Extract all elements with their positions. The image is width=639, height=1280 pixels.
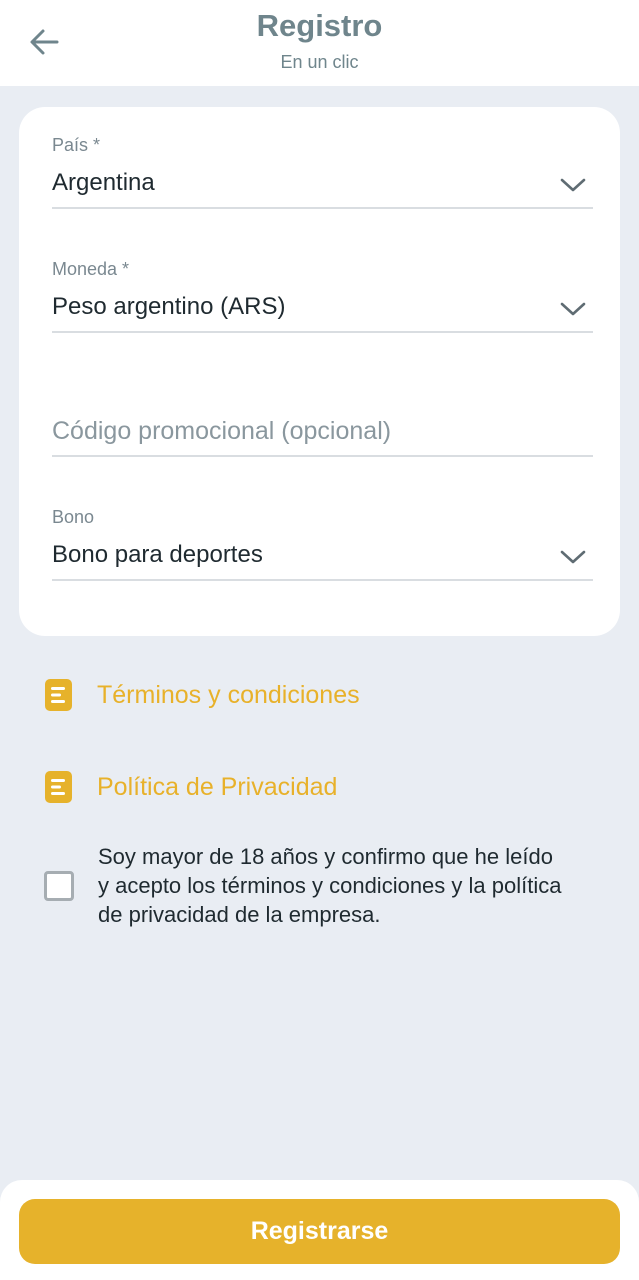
promo-code-placeholder: Código promocional (opcional) — [52, 417, 392, 445]
terms-link[interactable]: Términos y condiciones — [45, 679, 360, 711]
bonus-value: Bono para deportes — [52, 541, 263, 568]
bonus-label: Bono — [52, 507, 95, 527]
country-label: País * — [52, 135, 101, 155]
consent-text: Soy mayor de 18 años y confirmo que he l… — [98, 844, 562, 927]
promo-code-input[interactable]: Código promocional (opcional) — [52, 397, 593, 457]
terms-link-label: Términos y condiciones — [97, 680, 360, 709]
register-button[interactable]: Registrarse — [19, 1199, 620, 1264]
country-value: Argentina — [52, 169, 155, 196]
page-subtitle: En un clic — [280, 52, 359, 72]
currency-label: Moneda * — [52, 259, 130, 279]
consent-checkbox[interactable] — [44, 871, 74, 901]
chevron-down-icon — [560, 550, 586, 564]
registration-form-card: País * Argentina Moneda * Peso argentino… — [19, 107, 620, 636]
currency-value: Peso argentino (ARS) — [52, 293, 286, 320]
privacy-link[interactable]: Política de Privacidad — [45, 771, 337, 803]
currency-select[interactable]: Moneda * Peso argentino (ARS) — [52, 259, 593, 333]
chevron-down-icon — [560, 178, 586, 192]
page-title: Registro — [256, 8, 383, 43]
header-bar: Registro En un clic — [0, 0, 639, 86]
document-icon — [45, 679, 72, 711]
chevron-down-icon — [560, 302, 586, 316]
bonus-select[interactable]: Bono Bono para deportes — [52, 507, 593, 581]
privacy-link-label: Política de Privacidad — [97, 772, 338, 801]
country-select[interactable]: País * Argentina — [52, 135, 593, 209]
document-icon — [45, 771, 72, 803]
